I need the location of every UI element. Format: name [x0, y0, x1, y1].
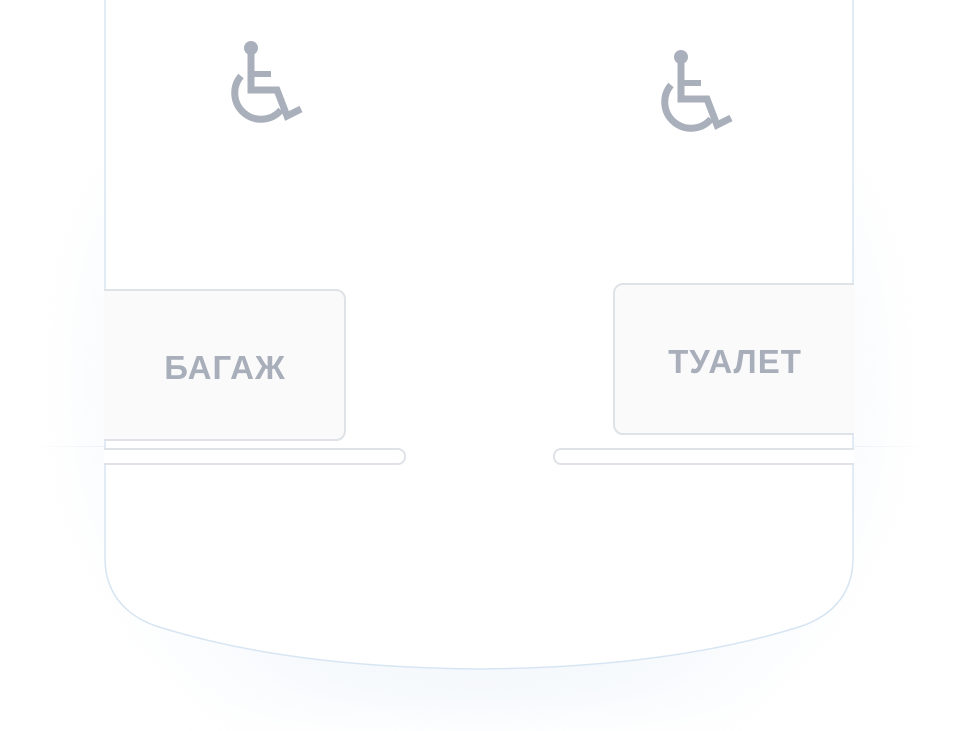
baggage-shelf	[104, 448, 406, 465]
vehicle-body: БАГАЖ ТУАЛЕТ	[104, 0, 854, 670]
toilet-sign: ТУАЛЕТ	[613, 283, 854, 435]
toilet-shelf	[553, 448, 854, 465]
toilet-label: ТУАЛЕТ	[668, 343, 802, 380]
vehicle-interior-view: БАГАЖ ТУАЛЕТ	[0, 0, 960, 731]
cabin-content: БАГАЖ ТУАЛЕТ	[104, 0, 854, 670]
baggage-label: БАГАЖ	[164, 349, 286, 386]
wheelchair-icon	[219, 38, 303, 134]
wheelchair-icon	[649, 47, 733, 143]
baggage-sign: БАГАЖ	[104, 289, 346, 441]
